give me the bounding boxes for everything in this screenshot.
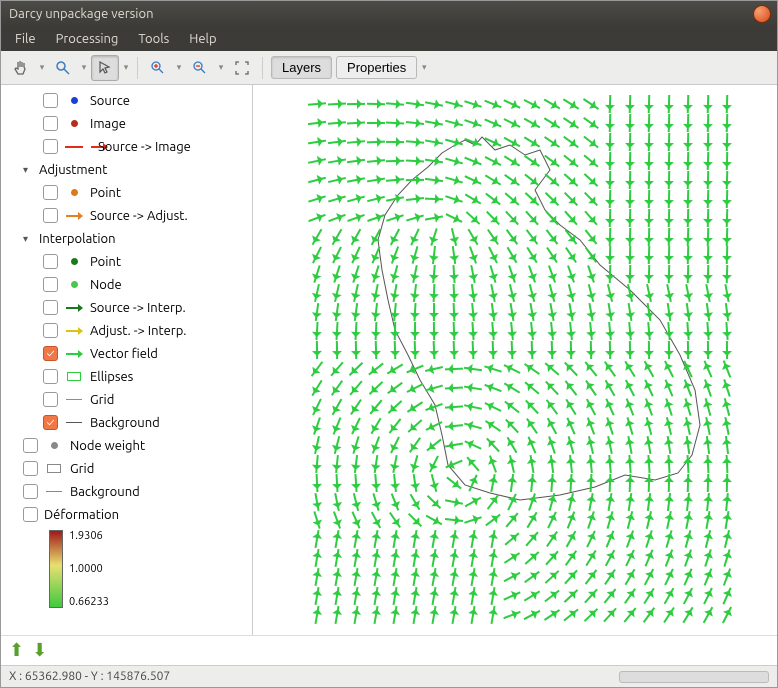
layer-int-point[interactable]: Point <box>5 250 250 273</box>
checkbox[interactable] <box>43 116 58 131</box>
checkbox[interactable]: ✓ <box>43 346 58 361</box>
group-interpolation[interactable]: ▾ Interpolation <box>5 227 250 250</box>
label: Déformation <box>44 508 119 522</box>
layer-deformation[interactable]: Déformation <box>5 503 250 526</box>
layer-int-background[interactable]: ✓ Background <box>5 411 250 434</box>
zoomin-dropdown[interactable]: ▾ <box>174 55 184 81</box>
label: Vector field <box>90 347 158 361</box>
menubar: File Processing Tools Help <box>1 27 777 51</box>
statusbar: X : 65362.980 - Y : 145876.507 <box>1 665 777 687</box>
layer-int-vectorfield[interactable]: ✓ Vector field <box>5 342 250 365</box>
pan-tool[interactable] <box>7 55 35 81</box>
vector-field <box>300 95 730 625</box>
deformation-legend: 1.9306 1.0000 0.66233 <box>49 530 250 608</box>
properties-tab[interactable]: Properties <box>336 56 417 79</box>
checkbox[interactable] <box>43 392 58 407</box>
label: Background <box>90 416 160 430</box>
label: Source <box>90 94 130 108</box>
checkbox[interactable] <box>43 139 58 154</box>
label: Node weight <box>70 439 145 453</box>
label: Adjustment <box>39 163 107 177</box>
checkbox[interactable] <box>43 300 58 315</box>
checkbox[interactable] <box>23 438 38 453</box>
label: Source -> Adjust. <box>90 209 188 223</box>
chevron-down-icon: ▾ <box>23 164 33 176</box>
separator <box>137 57 138 79</box>
progress-bar <box>619 671 769 683</box>
checkbox[interactable] <box>43 185 58 200</box>
close-button[interactable] <box>753 5 771 23</box>
checkbox[interactable] <box>23 507 38 522</box>
menu-processing[interactable]: Processing <box>48 30 127 48</box>
label: Background <box>70 485 140 499</box>
label: Point <box>90 186 121 200</box>
tabs-dropdown[interactable]: ▾ <box>419 55 429 81</box>
label: Interpolation <box>39 232 116 246</box>
layer-image[interactable]: Image <box>5 112 250 135</box>
label: Grid <box>70 462 94 476</box>
layer-adj-sa[interactable]: Source -> Adjust. <box>5 204 250 227</box>
label: Source -> Image <box>98 140 191 154</box>
label: Source -> Interp. <box>90 301 186 315</box>
group-adjustment[interactable]: ▾ Adjustment <box>5 158 250 181</box>
content: Source Image .a1::after{border-left-colo… <box>1 85 777 635</box>
zoom-extent-tool[interactable] <box>228 55 256 81</box>
move-down-button[interactable]: ⬇ <box>32 640 47 661</box>
legend-max: 1.9306 <box>69 530 109 542</box>
layer-int-grid[interactable]: Grid <box>5 388 250 411</box>
checkbox[interactable] <box>43 323 58 338</box>
checkbox[interactable]: ✓ <box>43 415 58 430</box>
separator <box>262 57 263 79</box>
label: Ellipses <box>90 370 133 384</box>
checkbox[interactable] <box>43 208 58 223</box>
zoom-out-tool[interactable] <box>186 55 214 81</box>
move-up-button[interactable]: ⬆ <box>9 640 24 661</box>
layer-source[interactable]: Source <box>5 89 250 112</box>
window-title: Darcy unpackage version <box>9 7 154 21</box>
menu-tools[interactable]: Tools <box>130 30 177 48</box>
checkbox[interactable] <box>23 461 38 476</box>
map-canvas[interactable] <box>253 85 777 635</box>
checkbox[interactable] <box>43 369 58 384</box>
layer-order-controls: ⬆ ⬇ <box>1 635 777 665</box>
layers-tab[interactable]: Layers <box>271 56 332 79</box>
checkbox[interactable] <box>43 93 58 108</box>
layer-background[interactable]: Background <box>5 480 250 503</box>
layer-int-node[interactable]: Node <box>5 273 250 296</box>
label: Adjust. -> Interp. <box>90 324 186 338</box>
label: Image <box>90 117 126 131</box>
legend-mid: 1.0000 <box>69 563 109 575</box>
label: Point <box>90 255 121 269</box>
zoom-dropdown[interactable]: ▾ <box>79 55 89 81</box>
titlebar: Darcy unpackage version <box>1 1 777 27</box>
label: Grid <box>90 393 114 407</box>
coordinates: X : 65362.980 - Y : 145876.507 <box>9 670 170 683</box>
chevron-down-icon: ▾ <box>23 233 33 245</box>
checkbox[interactable] <box>43 254 58 269</box>
layers-panel: Source Image .a1::after{border-left-colo… <box>1 85 253 635</box>
checkbox[interactable] <box>23 484 38 499</box>
menu-file[interactable]: File <box>7 30 44 48</box>
layer-grid[interactable]: Grid <box>5 457 250 480</box>
layer-adj-point[interactable]: Point <box>5 181 250 204</box>
layer-int-ellipses[interactable]: Ellipses <box>5 365 250 388</box>
pan-dropdown[interactable]: ▾ <box>37 55 47 81</box>
toolbar: ▾ ▾ ▾ ▾ ▾ Layers Properties ▾ <box>1 51 777 85</box>
legend-min: 0.66233 <box>69 596 109 608</box>
layer-int-ai[interactable]: Adjust. -> Interp. <box>5 319 250 342</box>
layer-source-image[interactable]: .a1::after{border-left-color:#e02c1a}Sou… <box>5 135 250 158</box>
select-tool[interactable] <box>91 55 119 81</box>
layer-nodeweight[interactable]: Node weight <box>5 434 250 457</box>
select-dropdown[interactable]: ▾ <box>121 55 131 81</box>
zoomout-dropdown[interactable]: ▾ <box>216 55 226 81</box>
gradient-bar <box>49 530 63 608</box>
layer-int-si[interactable]: Source -> Interp. <box>5 296 250 319</box>
menu-help[interactable]: Help <box>181 30 224 48</box>
checkbox[interactable] <box>43 277 58 292</box>
label: Node <box>90 278 122 292</box>
zoom-in-tool[interactable] <box>144 55 172 81</box>
zoom-tool[interactable] <box>49 55 77 81</box>
